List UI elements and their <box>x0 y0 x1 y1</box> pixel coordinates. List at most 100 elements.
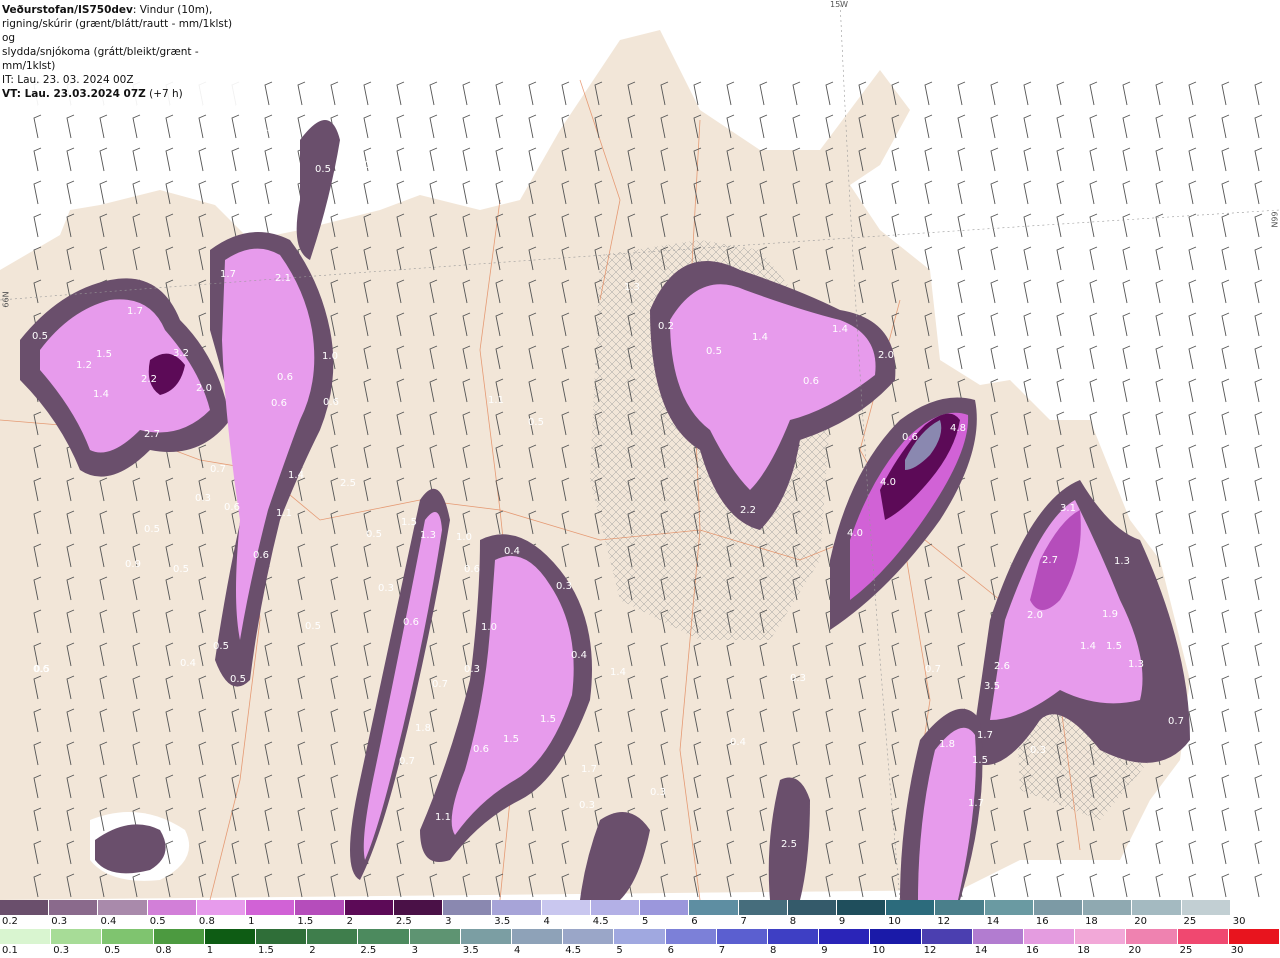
precip-value-label: 0.6 <box>464 564 480 575</box>
precip-value-label: 1.5 <box>540 714 556 725</box>
colorbar-tick-label: 18 <box>1085 916 1098 927</box>
colorbar-tick-label: 4.5 <box>592 916 609 927</box>
precip-value-label: 2.2 <box>740 505 756 516</box>
colorbar-tick-label: 0.2 <box>2 916 18 927</box>
latitude-label-right: 66N <box>1269 211 1279 228</box>
precip-value-label: 1.4 <box>832 324 848 335</box>
colorbar-tick-label: 8 <box>789 916 797 927</box>
colorbar-swatch <box>935 900 985 915</box>
colorbar-swatch <box>689 900 739 915</box>
precip-value-label: 0.4 <box>504 546 520 557</box>
colorbar-swatch <box>738 900 788 915</box>
colorbar-swatch <box>563 929 615 944</box>
precip-value-label: 1.7 <box>581 764 597 775</box>
colorbar-swatch <box>0 929 52 944</box>
snow-colorbar-swatches <box>0 900 1280 915</box>
precip-value-label: 0.5 <box>144 524 160 535</box>
precip-value-label: 3.2 <box>173 348 189 359</box>
rain-colorbar-ticks: 0.1 0.3 0.5 0.8 1 1.5 2 2.5 3 3.5 4 4.5 5 6 7 8 9 10 12 14 1… <box>0 944 1280 958</box>
precip-value-label: 0.3 <box>579 800 595 811</box>
precip-value-label: 1.4 <box>93 389 109 400</box>
colorbar-tick-label: 3 <box>445 916 452 927</box>
precip-value-label: 0.3 <box>378 583 394 594</box>
snow-colorbar: 0.2 0.3 0.4 0.5 0.8 1 1.5 2 2.5 3 3.5 4 4.5 5 6 7 8 9 10 12… <box>0 900 1280 929</box>
colorbar-tick-label: 2 <box>309 945 316 956</box>
precip-value-label: 1.9 <box>1102 609 1118 620</box>
precip-value-label: 3.1 <box>1060 503 1076 514</box>
precip-value-label: 1.5 <box>972 755 988 766</box>
colorbar-swatch <box>787 900 837 915</box>
colorbar-tick-label: 0.8 <box>155 945 172 956</box>
colorbar-swatch <box>541 900 591 915</box>
colorbar-swatch <box>836 900 887 915</box>
precip-value-label: 0.3 <box>650 787 666 798</box>
colorbar-tick-label: 2 <box>346 916 353 927</box>
precip-value-label: 0.6 <box>323 397 339 408</box>
colorbar-tick-label: 20 <box>1128 945 1142 956</box>
colorbar-swatch <box>344 900 394 915</box>
colorbar-tick-label: 5 <box>642 916 649 927</box>
rain-colorbar: 0.1 0.3 0.5 0.8 1 1.5 2 2.5 3 3.5 4 4.5 5 6 7 8 9 10 12 14 1… <box>0 929 1280 958</box>
colorbar-tick-label: 0.3 <box>51 916 68 927</box>
colorbar-swatch <box>614 929 666 944</box>
colorbar-swatch <box>49 900 99 915</box>
precip-value-label: 1.4 <box>752 332 768 343</box>
precip-value-label: 2.0 <box>878 350 894 361</box>
precip-value-label: 0.2 <box>658 321 674 332</box>
precip-value-label: 0.3 <box>556 581 572 592</box>
colorbar-tick-label: 16 <box>1026 945 1039 956</box>
precip-value-label: 1.3 <box>624 282 640 293</box>
init-time: IT: Lau. 23. 03. 2024 00Z <box>2 74 134 86</box>
precip-value-label: 3.5 <box>984 681 1000 692</box>
colorbar-swatch <box>147 900 197 915</box>
longitude-label: 15W <box>830 0 849 9</box>
colorbar-tick-label: 2.5 <box>360 945 377 956</box>
colorbar-tick-label: 9 <box>821 945 828 956</box>
precip-value-label: 0.5 <box>706 346 722 357</box>
precip-value-label: 1.3 <box>1128 659 1144 670</box>
colorbar-swatch <box>153 929 205 944</box>
colorbar-swatch <box>870 929 922 944</box>
colorbar-swatch <box>204 929 257 944</box>
precip-value-label: 0.4 <box>180 658 196 669</box>
map-header: Veðurstofan/IS750dev: Vindur (10m), rign… <box>0 0 240 105</box>
colorbar-swatch <box>1075 929 1127 944</box>
precip-value-label: 2.2 <box>141 374 157 385</box>
colorbar-swatch <box>307 929 359 944</box>
colorbar-tick-label: 3 <box>411 945 418 956</box>
valid-time: VT: Lau. 23.03.2024 07Z <box>2 88 146 100</box>
colorbar-swatch <box>409 929 461 944</box>
colorbar-swatch <box>886 900 936 915</box>
product-subtitle: : Vindur (10m), <box>132 4 213 16</box>
colorbar-swatch <box>443 900 493 915</box>
colorbar-swatch <box>256 929 308 944</box>
precip-value-label: 0.5 <box>528 417 544 428</box>
precip-value-label: 0.6 <box>224 502 240 513</box>
precip-value-label: 0.4 <box>571 650 587 661</box>
precip-value-label: 0.5 <box>213 641 229 652</box>
colorbar-swatch <box>1181 900 1231 915</box>
precip-value-label: 1.4 <box>288 470 304 481</box>
colorbar-tick-label: 25 <box>1179 945 1193 956</box>
precip-value-label: 4.0 <box>880 477 896 488</box>
colorbar-swatch <box>1024 929 1076 944</box>
precip-value-label: 0.3 <box>1030 745 1046 756</box>
precip-value-label: 4.0 <box>847 528 863 539</box>
colorbar-tick-label: 0.5 <box>149 916 166 927</box>
colorbar-swatch <box>716 929 769 944</box>
colorbar-swatch <box>1132 900 1182 915</box>
colorbar-tick-label: 7 <box>718 945 726 956</box>
colorbar-swatch <box>1083 900 1133 915</box>
precip-value-label: 0.7 <box>432 679 448 690</box>
precip-value-label: 2.1 <box>275 273 291 284</box>
precip-value-label: 1.5 <box>1106 641 1122 652</box>
colorbar-swatch <box>512 929 564 944</box>
precip-value-label: 2.0 <box>196 383 212 394</box>
colorbar-swatch <box>590 900 641 915</box>
precip-value-label: 0.5 <box>315 164 331 175</box>
snow-colorbar-ticks: 0.2 0.3 0.4 0.5 0.8 1 1.5 2 2.5 3 3.5 4 4.5 5 6 7 8 9 10 12… <box>0 915 1280 929</box>
precip-value-label: 0.5 <box>364 160 380 171</box>
precip-value-label: 1.5 <box>401 517 417 528</box>
colorbar-swatch <box>492 900 542 915</box>
precip-value-label: 1.5 <box>96 349 112 360</box>
